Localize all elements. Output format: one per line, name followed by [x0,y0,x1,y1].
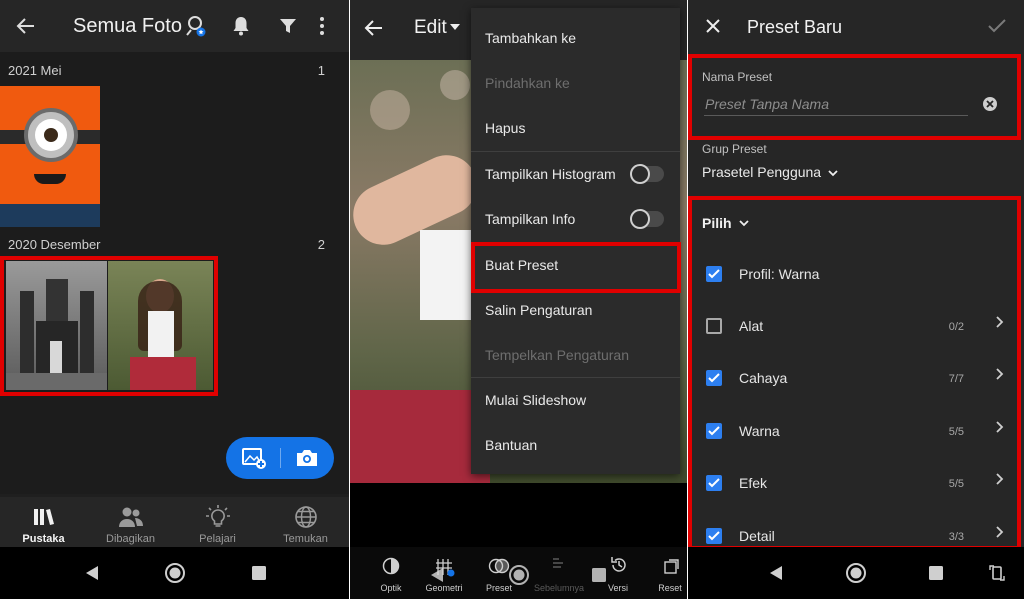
preset-group-select[interactable]: Prasetel Pengguna [702,164,821,180]
people-search-icon[interactable] [184,14,208,38]
nav-home-button[interactable] [163,561,187,585]
date-group-label: 2020 Desember [8,237,101,252]
tool-label: Reset [658,583,682,593]
menu-item-salin[interactable]: Salin Pengaturan [485,302,592,318]
close-icon[interactable] [706,19,720,33]
people-icon [119,507,143,527]
rotate-icon [989,565,1005,581]
nav-back-icon[interactable] [430,567,444,583]
highlight-frame [471,242,681,293]
rotate-button[interactable] [985,561,1009,585]
overflow-menu: Tambahkan ke Pindahkan ke Hapus Tampilka… [471,8,680,474]
tab-label: Dibagikan [106,533,155,545]
globe-icon [295,506,317,528]
lens-icon [382,557,400,575]
bell-icon[interactable] [232,16,250,36]
menu-item-tambahkan[interactable]: Tambahkan ke [485,30,576,46]
photo-thumbnail-minion[interactable] [0,86,100,227]
bottom-tab-bar: Pustaka Dibagikan Pelajari Temukan [0,497,349,547]
back-arrow-icon[interactable] [16,16,36,36]
fab-divider [280,448,281,468]
nav-home-icon [165,563,185,583]
menu-item-pindahkan: Pindahkan ke [485,75,570,91]
nav-home-button[interactable] [844,561,868,585]
page-title: Preset Baru [747,17,843,37]
nav-recents-button[interactable] [924,561,948,585]
menu-item-histogram[interactable]: Tampilkan Histogram [485,166,616,182]
highlight-frame [688,196,1021,550]
date-group-label: 2021 Mei [8,63,62,78]
nav-back-icon [86,566,98,580]
photo-count: 2 [317,237,325,252]
tab-label: Pustaka [22,533,65,545]
caret-down-icon[interactable] [450,24,460,30]
lightbulb-icon [206,505,230,527]
nav-recents-button[interactable] [247,561,271,585]
highlight-frame [688,54,1021,140]
nav-recents-icon [929,566,943,580]
nav-back-button[interactable] [764,561,788,585]
menu-item-hapus[interactable]: Hapus [485,120,525,136]
add-photo-fab[interactable] [226,437,334,479]
edit-mode-title[interactable]: Edit [414,17,447,39]
camera-icon[interactable] [295,448,319,468]
editor-screen: Edit Tambahkan ke Pindahkan ke Hapus Tam… [350,0,687,599]
library-screen: Semua Foto 2021 Mei 1 2020 Desember 2 Pu… [0,0,349,599]
tab-dibagikan[interactable]: Dibagikan [87,497,174,547]
chevron-down-icon[interactable] [828,170,838,177]
nav-back-icon [770,566,782,580]
tool-label: Optik [380,583,402,593]
nav-home-icon [846,563,866,583]
preset-icon [488,558,510,574]
system-nav-bar [688,547,1024,599]
filter-icon[interactable] [279,17,297,35]
checkmark-icon[interactable] [988,19,1006,33]
menu-item-slideshow[interactable]: Mulai Slideshow [485,392,586,408]
tool-label: Versi [607,583,628,593]
tool-label: Sebelumnya [534,583,585,593]
system-nav-bar [0,547,349,599]
menu-item-info[interactable]: Tampilkan Info [485,211,575,227]
info-toggle[interactable] [630,209,664,229]
nav-recents-icon[interactable] [591,567,607,583]
highlight-frame [0,256,218,396]
new-preset-screen: Preset Baru Nama Preset Preset Tanpa Nam… [688,0,1024,599]
menu-item-bantuan[interactable]: Bantuan [485,437,537,453]
library-header: Semua Foto [0,0,349,52]
menu-item-tempelkan: Tempelkan Pengaturan [485,347,629,363]
library-icon [34,509,54,525]
tab-label: Temukan [283,533,328,545]
more-options-icon[interactable] [318,16,326,36]
menu-divider [471,151,680,152]
tab-pustaka[interactable]: Pustaka [0,497,87,547]
previous-icon [553,558,563,568]
history-icon [611,557,626,572]
tab-pelajari[interactable]: Pelajari [174,497,261,547]
edit-toolbar: Optik Geometri Preset Sebelumnya Versi R… [350,547,687,599]
page-title: Semua Foto [73,15,182,37]
nav-home-icon[interactable] [508,564,530,586]
preset-group-label: Grup Preset [702,142,767,156]
nav-back-button[interactable] [80,561,104,585]
reset-icon [664,559,679,574]
histogram-toggle[interactable] [630,164,664,184]
add-photo-icon[interactable] [242,447,266,469]
back-arrow-icon[interactable] [364,18,384,38]
menu-divider [471,377,680,378]
tool-label: Geometri [425,583,463,593]
tab-temukan[interactable]: Temukan [262,497,349,547]
photo-list: 2021 Mei 1 2020 Desember 2 [0,52,349,494]
tab-label: Pelajari [199,533,236,545]
photo-count: 1 [317,63,325,78]
nav-recents-icon [252,566,266,580]
